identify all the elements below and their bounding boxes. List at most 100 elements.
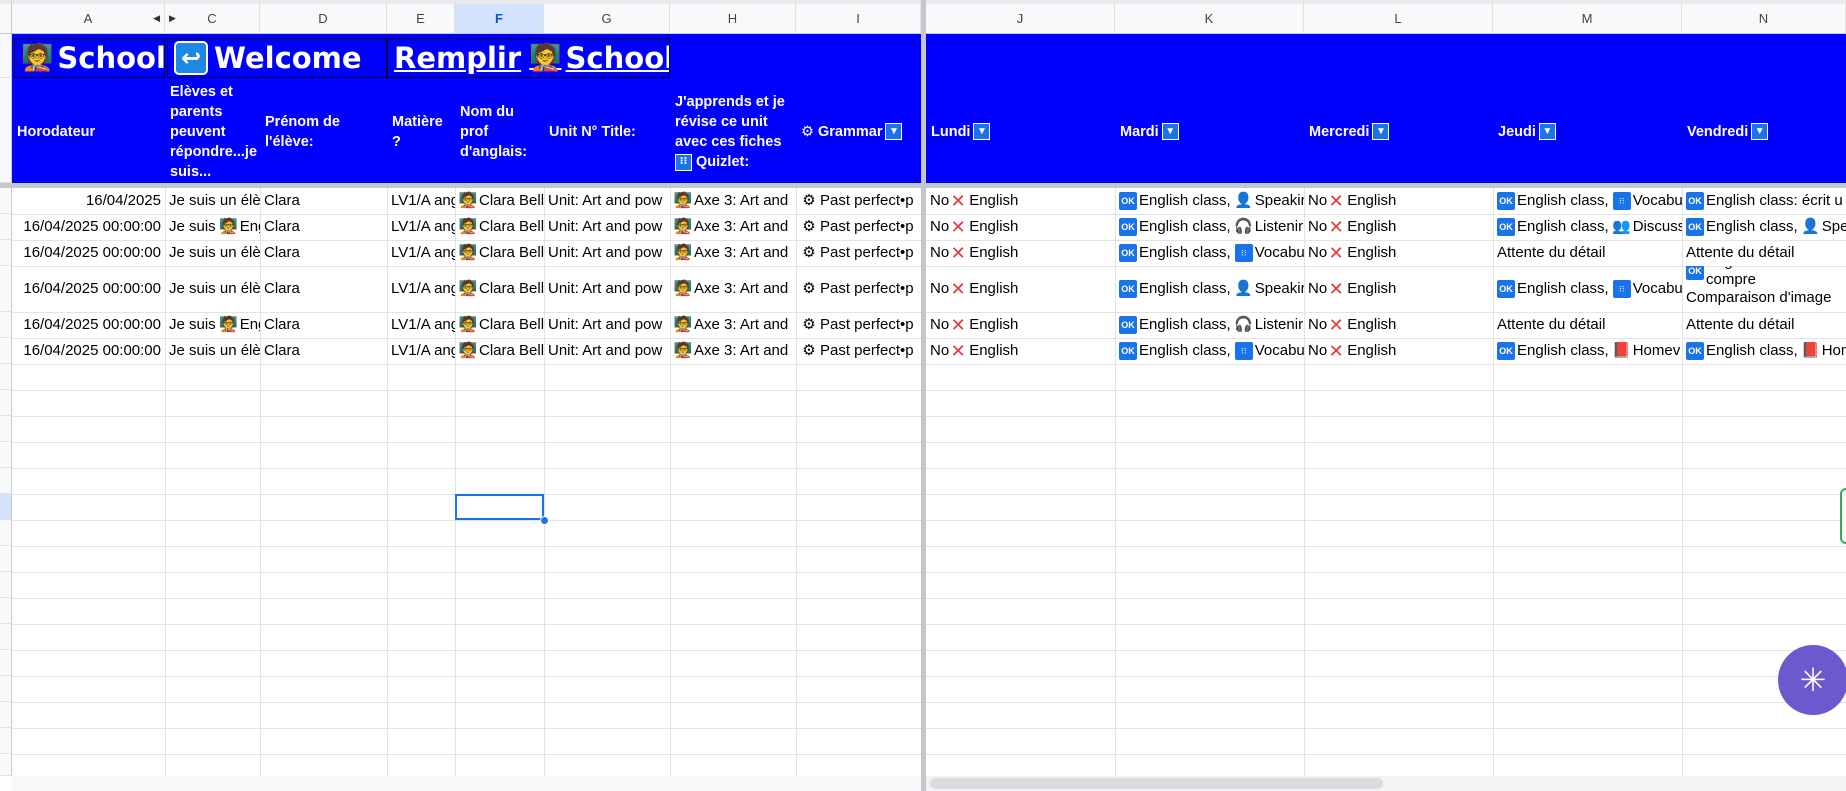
row-header[interactable] — [0, 390, 12, 416]
mardi-cell[interactable]: OK English class, ⁝⁝ Vocabu — [1115, 338, 1304, 364]
row-header[interactable] — [0, 728, 12, 754]
eleve-cell[interactable]: Je suis un élè — [165, 240, 260, 266]
jeudi-cell[interactable]: Attente du détail — [1493, 240, 1682, 266]
vendredi-cell[interactable]: OKEnglish class,📕Hom — [1682, 338, 1846, 364]
header-matiere[interactable]: Matière ? — [387, 80, 455, 183]
prenom-cell[interactable]: Clara — [260, 338, 387, 364]
header-mardi[interactable]: Mardi ▼ — [1115, 80, 1304, 183]
date-cell[interactable]: 16/04/2025 00:00:00 — [12, 214, 165, 240]
eleve-cell[interactable]: Je suis🧑‍🏫Eng — [165, 312, 260, 338]
filter-dropdown-icon[interactable]: ▼ — [1751, 123, 1769, 140]
col-header-h[interactable]: H — [670, 0, 796, 34]
frozen-column-divider[interactable] — [921, 0, 926, 791]
row-header[interactable] — [0, 266, 12, 312]
filter-dropdown-icon[interactable]: ▼ — [1372, 123, 1390, 140]
row-header[interactable] — [0, 650, 12, 676]
grammar-cell[interactable]: ⚙ Past perfect•p — [796, 266, 921, 312]
date-cell[interactable]: 16/04/2025 00:00:00 — [12, 240, 165, 266]
filter-dropdown-icon[interactable]: ▼ — [973, 123, 991, 140]
axe-cell[interactable]: 🧑‍🏫 Axe 3: Art and — [670, 188, 796, 214]
col-header-g[interactable]: G — [544, 0, 670, 34]
prenom-cell[interactable]: Clara — [260, 214, 387, 240]
vendredi-cell[interactable]: OK English class, 👤 Spe — [1682, 214, 1846, 240]
eleve-cell[interactable]: Je suis un élè — [165, 338, 260, 364]
matiere-cell[interactable]: LV1/A ang — [387, 266, 455, 312]
col-header-i[interactable]: I — [796, 0, 921, 34]
mercredi-cell[interactable]: No ✕ English — [1304, 188, 1493, 214]
row-header[interactable] — [0, 754, 12, 776]
col-header-f[interactable]: F — [455, 0, 544, 34]
axe-cell[interactable]: 🧑‍🏫 Axe 3: Art and — [670, 266, 796, 312]
mardi-cell[interactable]: OK English class, 🎧 Listenir — [1115, 312, 1304, 338]
row-header[interactable] — [0, 546, 12, 572]
col-header-d[interactable]: D — [260, 0, 387, 34]
header-unit[interactable]: Unit N° Title: — [544, 80, 670, 183]
select-all-corner[interactable] — [0, 0, 12, 34]
row-header[interactable] — [0, 598, 12, 624]
row-header[interactable] — [0, 624, 12, 650]
grammar-cell[interactable]: ⚙ Past perfect•p — [796, 240, 921, 266]
grammar-cell[interactable]: ⚙ Past perfect•p — [796, 338, 921, 364]
lundi-cell[interactable]: No ✕ English — [926, 188, 1115, 214]
row-header[interactable] — [0, 468, 12, 494]
header-prenom[interactable]: Prénom de l'élève: — [260, 80, 387, 183]
row-header[interactable] — [0, 364, 12, 390]
matiere-cell[interactable]: LV1/A ang — [387, 214, 455, 240]
col-header-c[interactable]: ▶ C — [165, 0, 260, 34]
lundi-cell[interactable]: No ✕ English — [926, 240, 1115, 266]
col-header-m[interactable]: M — [1493, 0, 1682, 34]
header-prof[interactable]: Nom du prof d'anglais: — [455, 80, 544, 183]
col-header-a[interactable]: A ◀ — [12, 0, 165, 34]
header-vendredi[interactable]: Vendredi ▼ — [1682, 80, 1846, 183]
eleve-cell[interactable]: Je suis un élè — [165, 266, 260, 312]
unit-cell[interactable]: Unit: Art and pow — [544, 214, 670, 240]
vendredi-cell[interactable]: OK English class: écrit u — [1682, 188, 1846, 214]
explore-asterisk-icon[interactable]: ✳ — [1778, 645, 1846, 715]
filter-dropdown-icon[interactable]: ▼ — [885, 123, 903, 140]
col-header-n[interactable]: N — [1682, 0, 1846, 34]
prenom-cell[interactable]: Clara — [260, 312, 387, 338]
filter-dropdown-icon[interactable]: ▼ — [1538, 123, 1556, 140]
header-horodateur[interactable]: Horodateur — [12, 80, 165, 183]
row-header[interactable] — [0, 442, 12, 468]
header-grammar[interactable]: ⚙ Grammar ▼ — [796, 80, 921, 183]
filter-dropdown-icon[interactable]: ▼ — [1161, 123, 1179, 140]
unit-cell[interactable]: Unit: Art and pow — [544, 266, 670, 312]
row-header[interactable] — [0, 78, 12, 183]
prenom-cell[interactable]: Clara — [260, 266, 387, 312]
prof-cell[interactable]: 🧑‍🏫 Clara Bell — [455, 214, 544, 240]
row-header[interactable] — [0, 34, 12, 78]
col-header-l[interactable]: L — [1304, 0, 1493, 34]
axe-cell[interactable]: 🧑‍🏫 Axe 3: Art and — [670, 338, 796, 364]
row-header[interactable] — [0, 416, 12, 442]
selected-cell[interactable] — [455, 494, 544, 520]
grammar-cell[interactable]: ⚙ Past perfect•p — [796, 312, 921, 338]
col-header-e[interactable]: E — [387, 0, 455, 34]
lundi-cell[interactable]: No ✕ English — [926, 312, 1115, 338]
row-header[interactable] — [0, 572, 12, 598]
matiere-cell[interactable]: LV1/A ang — [387, 338, 455, 364]
date-cell[interactable]: 16/04/2025 — [12, 188, 165, 214]
jeudi-cell[interactable]: OK English class, ⁝⁝ Vocabu — [1493, 266, 1682, 312]
row-header[interactable] — [0, 494, 12, 520]
row-header[interactable] — [0, 702, 12, 728]
mercredi-cell[interactable]: No ✕ English — [1304, 214, 1493, 240]
jeudi-cell[interactable]: Attente du détail — [1493, 312, 1682, 338]
fill-handle[interactable] — [540, 516, 549, 525]
prof-cell[interactable]: 🧑‍🏫 Clara Bell — [455, 266, 544, 312]
prof-cell[interactable]: 🧑‍🏫 Clara Bell — [455, 338, 544, 364]
row-header[interactable] — [0, 214, 12, 240]
row-header[interactable] — [0, 520, 12, 546]
jeudi-cell[interactable]: OK English class, ⁝⁝ Vocabu — [1493, 188, 1682, 214]
mercredi-cell[interactable]: No ✕ English — [1304, 312, 1493, 338]
header-jeudi[interactable]: Jeudi ▼ — [1493, 80, 1682, 183]
lundi-cell[interactable]: No ✕ English — [926, 266, 1115, 312]
vendredi-cell[interactable]: OKEnglish class: compreComparaison d'ima… — [1682, 266, 1846, 312]
prenom-cell[interactable]: Clara — [260, 188, 387, 214]
expand-right-icon[interactable]: ▶ — [169, 13, 176, 24]
row-header[interactable] — [0, 188, 12, 214]
mardi-cell[interactable]: OK English class, 👤 Speakir — [1115, 188, 1304, 214]
header-mercredi[interactable]: Mercredi ▼ — [1304, 80, 1493, 183]
date-cell[interactable]: 16/04/2025 00:00:00 — [12, 312, 165, 338]
mercredi-cell[interactable]: No ✕ English — [1304, 240, 1493, 266]
